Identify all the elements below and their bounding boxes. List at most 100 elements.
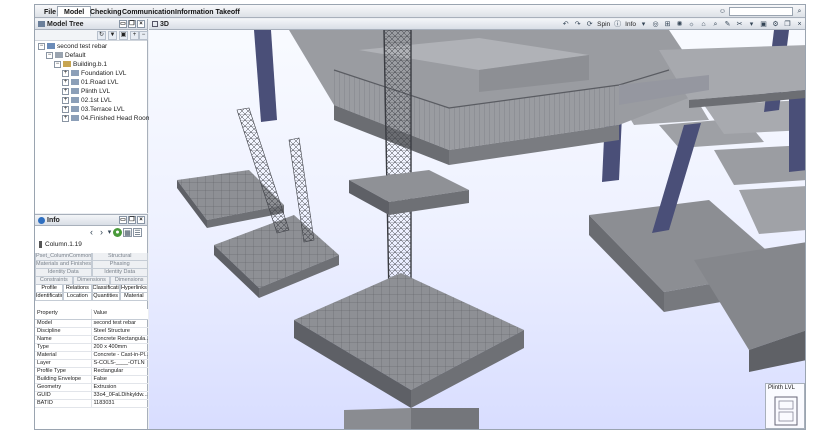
restore-icon[interactable]: ❐: [783, 20, 792, 29]
tab-identification[interactable]: Identification: [35, 293, 64, 301]
minimize-icon[interactable]: ▭: [119, 20, 127, 28]
tree-item[interactable]: + Plinth LVL: [35, 87, 147, 96]
settings-icon[interactable]: ⚙: [771, 20, 780, 29]
orbit-icon[interactable]: ◎: [651, 20, 660, 29]
property-value: Rectangular: [91, 367, 148, 376]
table-row[interactable]: Name Concrete Rectangula...: [35, 335, 148, 344]
dimension-icon[interactable]: ⊞: [663, 20, 672, 29]
table-row[interactable]: Layer S-COLS-____-OTLN: [35, 359, 148, 368]
camera-icon[interactable]: ▣: [759, 20, 768, 29]
info-icon: [38, 216, 45, 224]
home-icon[interactable]: ⌂: [699, 20, 708, 29]
chevron-down-icon[interactable]: ▾: [639, 20, 648, 29]
expand-icon[interactable]: +: [62, 87, 69, 95]
tab-relations[interactable]: Relations: [63, 285, 92, 293]
expand-icon[interactable]: +: [130, 31, 139, 40]
tab-location[interactable]: Location: [63, 293, 92, 301]
3d-viewport[interactable]: 3D ↶ ↷ ⟳ Spin ⓘ Info ▾ ◎ ⊞ ✺ ☼ ⌂ ⌕ ✎ ✂ ▾…: [149, 19, 805, 429]
undo-icon[interactable]: ↶: [561, 20, 570, 29]
level-minimap[interactable]: Plinth LVL: [765, 383, 805, 429]
close-icon[interactable]: ×: [137, 216, 145, 224]
property-value: Concrete - Cast-in-Pl...: [91, 351, 148, 360]
table-row[interactable]: Geometry Extrusion: [35, 383, 148, 392]
table-row[interactable]: BATID 1183031: [35, 399, 148, 408]
tree-item[interactable]: +02.1st LVL: [35, 96, 147, 105]
tab-pset-columncommon[interactable]: Pset_ColumnCommon: [35, 253, 92, 261]
zoom-icon[interactable]: ⌕: [711, 20, 720, 29]
zoom-to-icon[interactable]: ●: [113, 228, 122, 237]
table-row[interactable]: Material Concrete - Cast-in-Pl...: [35, 351, 148, 360]
tree-item[interactable]: +04.Finished Head Room LVL: [35, 114, 164, 123]
element-name: Column.1.19: [35, 239, 147, 251]
viewport-toolbar: ↶ ↷ ⟳ Spin ⓘ Info ▾ ◎ ⊞ ✺ ☼ ⌂ ⌕ ✎ ✂ ▾ ▣ …: [561, 19, 804, 30]
menu-bar: File Model Checking Communication Informatio…: [35, 5, 805, 18]
tree-item[interactable]: − second test rebar: [35, 42, 147, 51]
tree-item[interactable]: +03.Terrace LVL: [35, 105, 147, 114]
tab-classification[interactable]: Classification: [91, 285, 120, 293]
tab-constraints[interactable]: Constraints: [35, 277, 73, 285]
tree-item[interactable]: − Default: [35, 51, 147, 60]
expand-icon[interactable]: +: [62, 69, 69, 77]
expand-icon[interactable]: +: [62, 96, 69, 104]
tab-hyperlinks[interactable]: Hyperlinks: [119, 285, 148, 293]
select-icon[interactable]: ▣: [119, 31, 128, 40]
table-row[interactable]: Building Envelope False: [35, 375, 148, 384]
back-arrow-icon[interactable]: ‹: [87, 228, 96, 237]
bulb-icon[interactable]: ✺: [675, 20, 684, 29]
tab-quantities[interactable]: Quantities: [91, 293, 120, 301]
restore-icon[interactable]: ❐: [128, 216, 136, 224]
spin-button[interactable]: Spin: [597, 19, 610, 30]
tab-structural[interactable]: Structural: [91, 253, 148, 261]
sun-icon[interactable]: ☼: [687, 20, 696, 29]
property-value: Extrusion: [91, 383, 148, 392]
tree-toolbar: ↻ ▼ ▣ + −: [35, 30, 148, 41]
search-icon[interactable]: ⌕: [795, 7, 804, 16]
spin-icon[interactable]: ⟳: [585, 20, 594, 29]
section-icon[interactable]: ✂: [735, 20, 744, 29]
tab-material[interactable]: Material: [119, 293, 148, 301]
expand-icon[interactable]: +: [62, 105, 69, 113]
table-row[interactable]: Profile Type Rectangular: [35, 367, 148, 376]
view-list-icon[interactable]: ☰: [133, 228, 142, 237]
tab-identity-data[interactable]: Identity Data: [91, 269, 148, 277]
close-icon[interactable]: ×: [137, 20, 145, 28]
column-collar: [349, 170, 469, 215]
tab-phasing[interactable]: Phasing: [91, 261, 148, 269]
table-row[interactable]: GUID 33o4_0FaLDihkyldw...: [35, 391, 148, 400]
tab-row: IdentificationLocationQuantitiesMaterial: [35, 293, 148, 301]
expand-icon[interactable]: +: [62, 78, 69, 86]
table-row[interactable]: Discipline Steel Structure: [35, 327, 148, 336]
table-row[interactable]: Model second test rebar: [35, 319, 148, 328]
redo-icon[interactable]: ↷: [573, 20, 582, 29]
table-row[interactable]: Type 200 x 400mm: [35, 343, 148, 352]
help-icon[interactable]: ☺: [718, 7, 727, 16]
property-value: False: [91, 375, 148, 384]
property-value: S-COLS-____-OTLN: [91, 359, 148, 368]
tab-dimensions[interactable]: Dimensions: [72, 277, 111, 285]
tree-icon: [38, 21, 45, 28]
collapse-icon[interactable]: −: [38, 42, 45, 50]
collapse-icon[interactable]: −: [54, 60, 61, 68]
view-grid-icon[interactable]: ▦: [123, 228, 132, 237]
filter-icon[interactable]: ▼: [108, 31, 117, 40]
info-circle-icon[interactable]: ⓘ: [613, 20, 622, 29]
collapse-icon[interactable]: −: [139, 31, 148, 40]
close-icon[interactable]: ×: [795, 20, 804, 29]
tree-item[interactable]: − Building.b.1: [35, 60, 147, 69]
menu-tab-information-takeoff[interactable]: Information Takeoff: [168, 6, 247, 17]
tab-identity-data[interactable]: Identity Data: [35, 269, 92, 277]
expand-icon[interactable]: +: [62, 114, 69, 122]
tab-profile[interactable]: Profile: [35, 285, 64, 293]
tab-materials-and-finishes[interactable]: Materials and Finishes: [35, 261, 92, 269]
refresh-icon[interactable]: ↻: [97, 31, 106, 40]
chevron-down-icon[interactable]: ▾: [747, 20, 756, 29]
collapse-icon[interactable]: −: [46, 51, 53, 59]
tree-item[interactable]: + Foundation LVL: [35, 69, 147, 78]
restore-icon[interactable]: ❐: [128, 20, 136, 28]
info-button[interactable]: Info: [625, 19, 636, 30]
tree-item[interactable]: +01.Road LVL: [35, 78, 147, 87]
minimize-icon[interactable]: ▭: [119, 216, 127, 224]
search-input[interactable]: [729, 7, 793, 16]
tab-dimensions[interactable]: Dimensions: [110, 277, 149, 285]
measure-icon[interactable]: ✎: [723, 20, 732, 29]
